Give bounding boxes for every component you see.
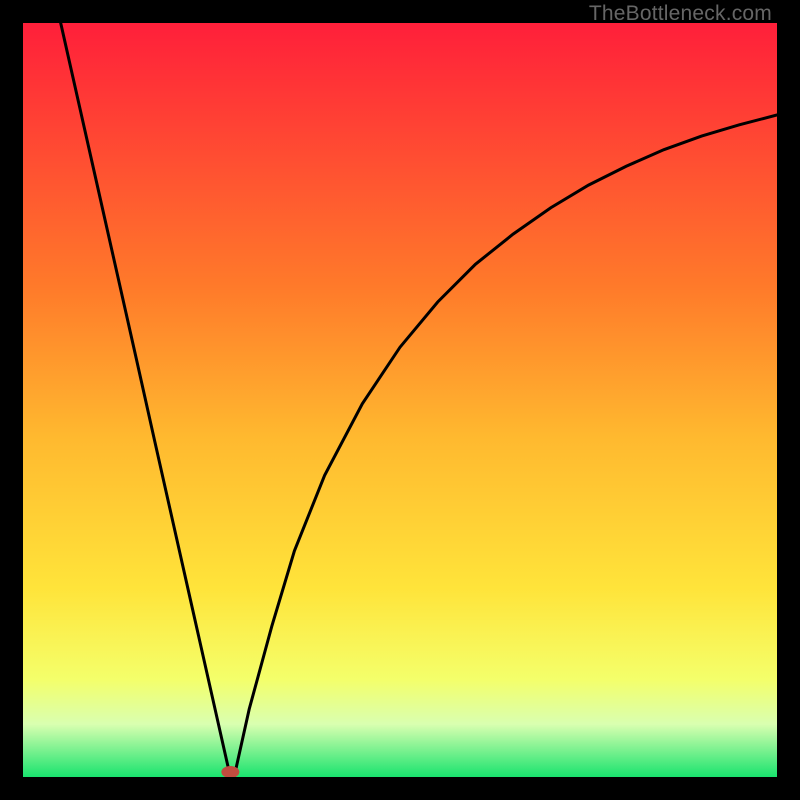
watermark-text: TheBottleneck.com (589, 2, 772, 26)
chart-svg (23, 23, 777, 777)
plot-background (23, 23, 777, 777)
chart-frame (23, 23, 777, 777)
